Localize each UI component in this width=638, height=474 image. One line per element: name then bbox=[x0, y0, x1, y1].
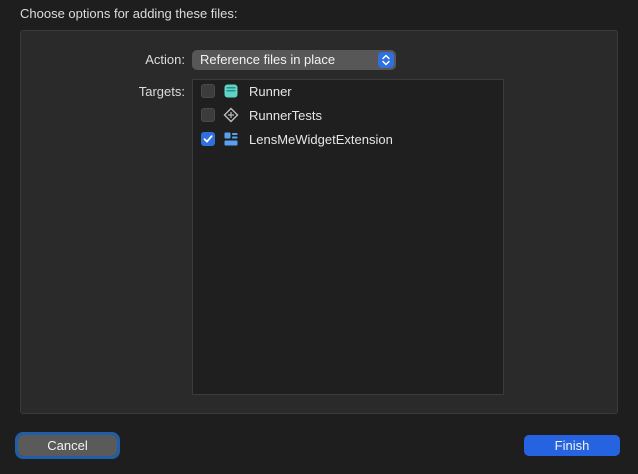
dialog-heading: Choose options for adding these files: bbox=[20, 6, 238, 21]
cancel-button[interactable]: Cancel bbox=[15, 432, 120, 459]
target-row-lensmewidgetextension: LensMeWidgetExtension bbox=[201, 129, 393, 149]
targets-label: Targets: bbox=[138, 84, 185, 99]
target-row-runnertests: RunnerTests bbox=[201, 105, 322, 125]
target-label-runnertests: RunnerTests bbox=[249, 107, 322, 123]
action-label: Action: bbox=[145, 52, 185, 67]
action-popup-value: Reference files in place bbox=[200, 52, 336, 67]
target-label-runner: Runner bbox=[249, 83, 292, 99]
popup-arrows-icon bbox=[378, 52, 394, 68]
target-checkbox-runner[interactable] bbox=[201, 84, 215, 98]
action-popup-button[interactable]: Reference files in place bbox=[192, 50, 396, 70]
targets-list: Runner RunnerTests LensMeWidgetExtension bbox=[192, 79, 504, 395]
target-checkbox-runnertests[interactable] bbox=[201, 108, 215, 122]
target-row-runner: Runner bbox=[201, 81, 292, 101]
target-label-lensmewidgetextension: LensMeWidgetExtension bbox=[249, 131, 393, 147]
app-target-icon bbox=[223, 83, 239, 99]
target-checkbox-lensmewidgetextension[interactable] bbox=[201, 132, 215, 146]
add-files-dialog: Choose options for adding these files: A… bbox=[0, 0, 638, 474]
checkmark-icon bbox=[203, 135, 213, 143]
test-target-icon bbox=[223, 107, 239, 123]
finish-button[interactable]: Finish bbox=[524, 435, 620, 456]
widget-extension-icon bbox=[223, 131, 239, 147]
